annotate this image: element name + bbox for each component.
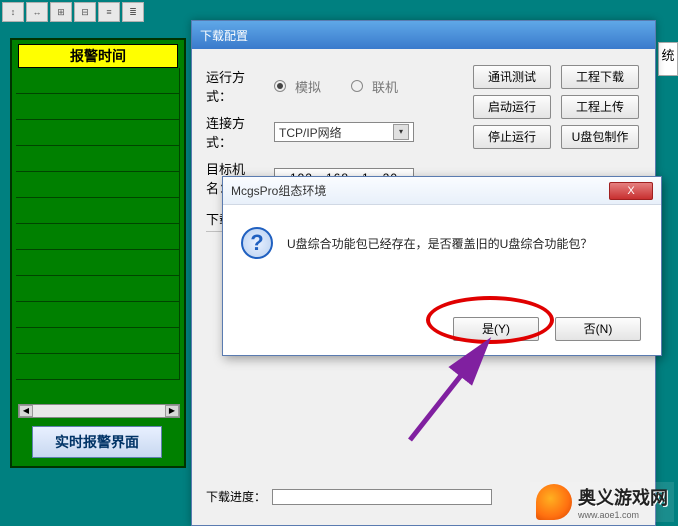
run-mode-label: 运行方式： bbox=[206, 67, 268, 105]
table-row bbox=[16, 328, 180, 354]
radio-simulate-label: 模拟 bbox=[295, 77, 321, 96]
watermark: 奥义游戏网 www.aoe1.com bbox=[530, 482, 674, 522]
stop-run-button[interactable]: 停止运行 bbox=[473, 125, 551, 149]
download-progress-label: 下载进度： bbox=[206, 488, 266, 505]
horizontal-scrollbar[interactable]: ◀ ▶ bbox=[18, 404, 180, 418]
tool-btn-4[interactable]: ⊟ bbox=[74, 2, 96, 22]
download-progress-bar bbox=[272, 489, 492, 505]
close-button[interactable]: X bbox=[609, 182, 653, 200]
watermark-name: 奥义游戏网 bbox=[578, 484, 668, 510]
alarm-time-header: 报警时间 bbox=[18, 44, 178, 68]
table-row bbox=[16, 354, 180, 380]
scroll-right-icon[interactable]: ▶ bbox=[165, 405, 179, 417]
table-row bbox=[16, 302, 180, 328]
conn-mode-select[interactable]: TCP/IP网络 ▾ bbox=[274, 122, 414, 142]
dialog-button-panel: 通讯测试 工程下载 启动运行 工程上传 停止运行 U盘包制作 bbox=[473, 65, 639, 149]
tool-btn-2[interactable]: ↔ bbox=[26, 2, 48, 22]
table-row bbox=[16, 172, 180, 198]
table-row bbox=[16, 250, 180, 276]
dialog-titlebar[interactable]: 下载配置 bbox=[192, 21, 655, 49]
table-row bbox=[16, 198, 180, 224]
top-toolbar: ↕ ↔ ⊞ ⊟ ≡ ≣ bbox=[2, 2, 144, 22]
system-badge: 统 bbox=[658, 42, 678, 76]
table-row bbox=[16, 68, 180, 94]
modal-title-text: McgsPro组态环境 bbox=[231, 182, 326, 199]
question-icon: ? bbox=[241, 227, 273, 259]
conn-mode-label: 连接方式： bbox=[206, 113, 268, 151]
radio-online-label: 联机 bbox=[372, 77, 398, 96]
table-row bbox=[16, 94, 180, 120]
alarm-grid bbox=[16, 68, 180, 380]
radio-online[interactable] bbox=[351, 80, 363, 92]
modal-titlebar[interactable]: McgsPro组态环境 X bbox=[223, 177, 661, 205]
conn-mode-value: TCP/IP网络 bbox=[279, 124, 342, 141]
usb-package-make-button[interactable]: U盘包制作 bbox=[561, 125, 639, 149]
confirm-overwrite-modal: McgsPro组态环境 X ? U盘综合功能包已经存在，是否覆盖旧的U盘综合功能… bbox=[222, 176, 662, 356]
realtime-alarm-button[interactable]: 实时报警界面 bbox=[32, 426, 162, 458]
table-row bbox=[16, 120, 180, 146]
table-row bbox=[16, 276, 180, 302]
table-row bbox=[16, 224, 180, 250]
project-download-button[interactable]: 工程下载 bbox=[561, 65, 639, 89]
watermark-url: www.aoe1.com bbox=[578, 510, 668, 520]
tool-btn-6[interactable]: ≣ bbox=[122, 2, 144, 22]
project-upload-button[interactable]: 工程上传 bbox=[561, 95, 639, 119]
yes-button[interactable]: 是(Y) bbox=[453, 317, 539, 341]
start-run-button[interactable]: 启动运行 bbox=[473, 95, 551, 119]
download-progress-row: 下载进度： bbox=[206, 488, 492, 505]
flame-icon bbox=[536, 484, 572, 520]
dialog-title: 下载配置 bbox=[200, 27, 248, 44]
table-row bbox=[16, 146, 180, 172]
scroll-left-icon[interactable]: ◀ bbox=[19, 405, 33, 417]
no-button[interactable]: 否(N) bbox=[555, 317, 641, 341]
chevron-down-icon: ▾ bbox=[393, 124, 409, 140]
alarm-panel: 报警时间 ◀ ▶ 实时报警界面 bbox=[10, 38, 186, 468]
comm-test-button[interactable]: 通讯测试 bbox=[473, 65, 551, 89]
tool-btn-1[interactable]: ↕ bbox=[2, 2, 24, 22]
tool-btn-5[interactable]: ≡ bbox=[98, 2, 120, 22]
modal-message: U盘综合功能包已经存在，是否覆盖旧的U盘综合功能包？ bbox=[287, 235, 592, 252]
tool-btn-3[interactable]: ⊞ bbox=[50, 2, 72, 22]
radio-simulate[interactable] bbox=[274, 80, 286, 92]
